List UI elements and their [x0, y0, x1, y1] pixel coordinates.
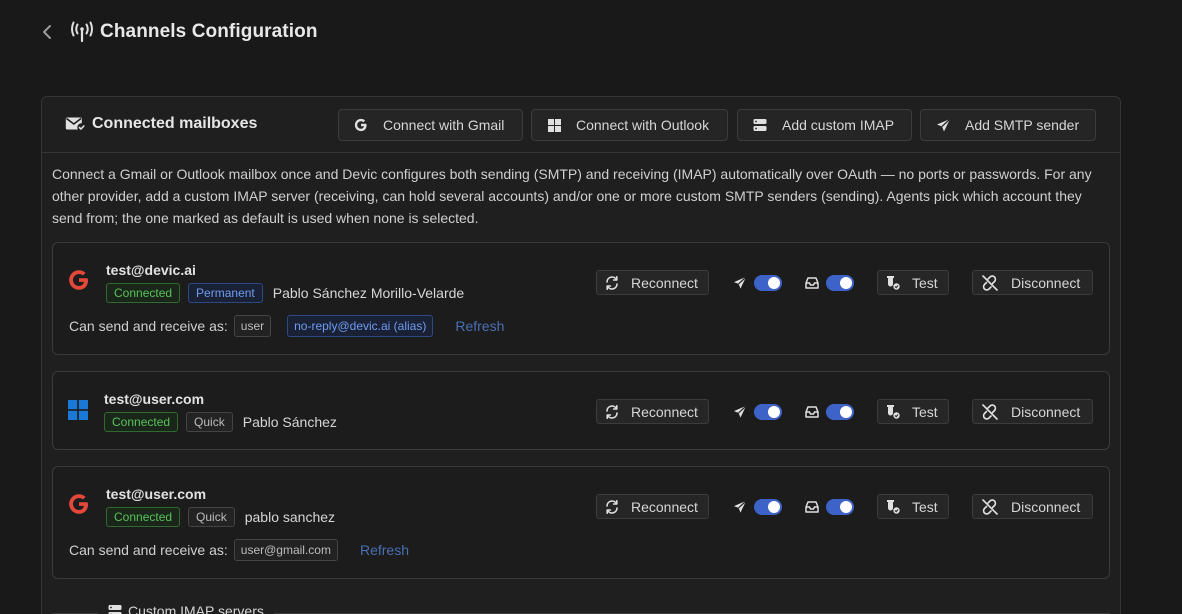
send-toggle[interactable]: [754, 404, 782, 420]
refresh-link[interactable]: Refresh: [360, 542, 409, 558]
mailbox-email: test@user.com: [106, 486, 207, 502]
alias-chip: user@gmail.com: [233, 539, 338, 561]
connected-mailboxes-panel: Connected mailboxes Connect with Gmail C…: [41, 96, 1121, 614]
status-badge: Connected: [104, 412, 179, 432]
send-as-row: Can send and receive as: user no-reply@d…: [69, 315, 504, 337]
receive-toggle-group: [805, 273, 854, 293]
custom-imap-section: Custom IMAP servers: [52, 601, 1110, 614]
reconnect-button[interactable]: Reconnect: [596, 270, 709, 295]
send-toggle[interactable]: [754, 275, 782, 291]
inbox-icon: [805, 501, 819, 513]
mailbox-email: test@devic.ai: [106, 262, 196, 278]
send-as-row: Can send and receive as: user@gmail.com …: [69, 539, 409, 561]
unlink-icon: [981, 498, 999, 515]
receive-toggle[interactable]: [826, 499, 854, 515]
refresh-link[interactable]: Refresh: [455, 318, 504, 334]
test-button[interactable]: Test: [877, 270, 949, 295]
test-button[interactable]: Test: [877, 494, 949, 519]
mailbox-card: test@user.com Connected Quick pablo sanc…: [52, 466, 1110, 579]
receive-toggle[interactable]: [826, 404, 854, 420]
panel-title: Connected mailboxes: [65, 115, 257, 133]
refresh-icon: [605, 404, 619, 419]
receive-toggle-group: [805, 402, 854, 422]
alias-chip: user: [233, 315, 272, 337]
send-toggle-group: [733, 497, 782, 517]
server-icon: [752, 118, 768, 132]
send-icon: [935, 118, 951, 133]
send-toggle-group: [733, 402, 782, 422]
mailbox-card: test@devic.ai Connected Permanent Pablo …: [52, 242, 1110, 355]
unlink-icon: [981, 403, 999, 420]
mailbox-owner: Pablo Sánchez Morillo-Velarde: [272, 285, 465, 301]
mailbox-card: test@user.com Connected Quick Pablo Sánc…: [52, 371, 1110, 450]
mailbox-owner: Pablo Sánchez: [242, 414, 337, 430]
test-tube-icon: [886, 275, 900, 290]
refresh-icon: [605, 499, 619, 514]
type-badge: Quick: [186, 412, 233, 432]
section-title: Custom IMAP servers: [98, 603, 274, 614]
connect-outlook-button[interactable]: Connect with Outlook: [531, 109, 728, 141]
server-icon: [108, 604, 122, 614]
windows-logo-icon: [68, 400, 88, 420]
chevron-left-icon: [43, 25, 51, 39]
windows-icon: [546, 118, 562, 132]
page-header: Channels Configuration: [40, 18, 318, 46]
mailbox-badges: Connected Quick Pablo Sánchez: [104, 412, 337, 432]
back-button[interactable]: [40, 22, 54, 42]
antenna-icon: [70, 21, 94, 43]
test-tube-icon: [886, 404, 900, 419]
test-button[interactable]: Test: [877, 399, 949, 424]
send-icon: [733, 405, 747, 419]
google-logo-icon: [68, 269, 90, 291]
test-tube-icon: [886, 499, 900, 514]
add-smtp-sender-button[interactable]: Add SMTP sender: [920, 109, 1096, 141]
connect-gmail-button[interactable]: Connect with Gmail: [338, 109, 523, 141]
inbox-icon: [805, 277, 819, 289]
mailbox-owner: pablo sanchez: [244, 509, 336, 525]
google-logo-icon: [68, 493, 90, 515]
send-icon: [733, 276, 747, 290]
status-badge: Connected: [106, 507, 181, 527]
alias-chip: no-reply@devic.ai (alias): [287, 315, 434, 337]
receive-toggle[interactable]: [826, 275, 854, 291]
add-custom-imap-button[interactable]: Add custom IMAP: [737, 109, 912, 141]
disconnect-button[interactable]: Disconnect: [972, 399, 1093, 424]
mailbox-email: test@user.com: [104, 391, 205, 407]
page-title: Channels Configuration: [100, 21, 318, 42]
panel-description: Connect a Gmail or Outlook mailbox once …: [52, 166, 1092, 226]
disconnect-button[interactable]: Disconnect: [972, 270, 1093, 295]
mailbox-badges: Connected Quick pablo sanchez: [106, 507, 335, 527]
reconnect-button[interactable]: Reconnect: [596, 494, 709, 519]
google-icon: [353, 118, 369, 132]
send-icon: [733, 500, 747, 514]
inbox-icon: [805, 406, 819, 418]
panel-header: Connected mailboxes Connect with Gmail C…: [42, 97, 1120, 153]
status-badge: Connected: [106, 283, 181, 303]
send-toggle[interactable]: [754, 499, 782, 515]
reconnect-button[interactable]: Reconnect: [596, 399, 709, 424]
type-badge: Quick: [188, 507, 235, 527]
receive-toggle-group: [805, 497, 854, 517]
mail-check-icon: [65, 116, 86, 132]
refresh-icon: [605, 275, 619, 290]
mailbox-badges: Connected Permanent Pablo Sánchez Morill…: [106, 283, 464, 303]
disconnect-button[interactable]: Disconnect: [972, 494, 1093, 519]
unlink-icon: [981, 274, 999, 291]
send-toggle-group: [733, 273, 782, 293]
type-badge: Permanent: [188, 283, 263, 303]
